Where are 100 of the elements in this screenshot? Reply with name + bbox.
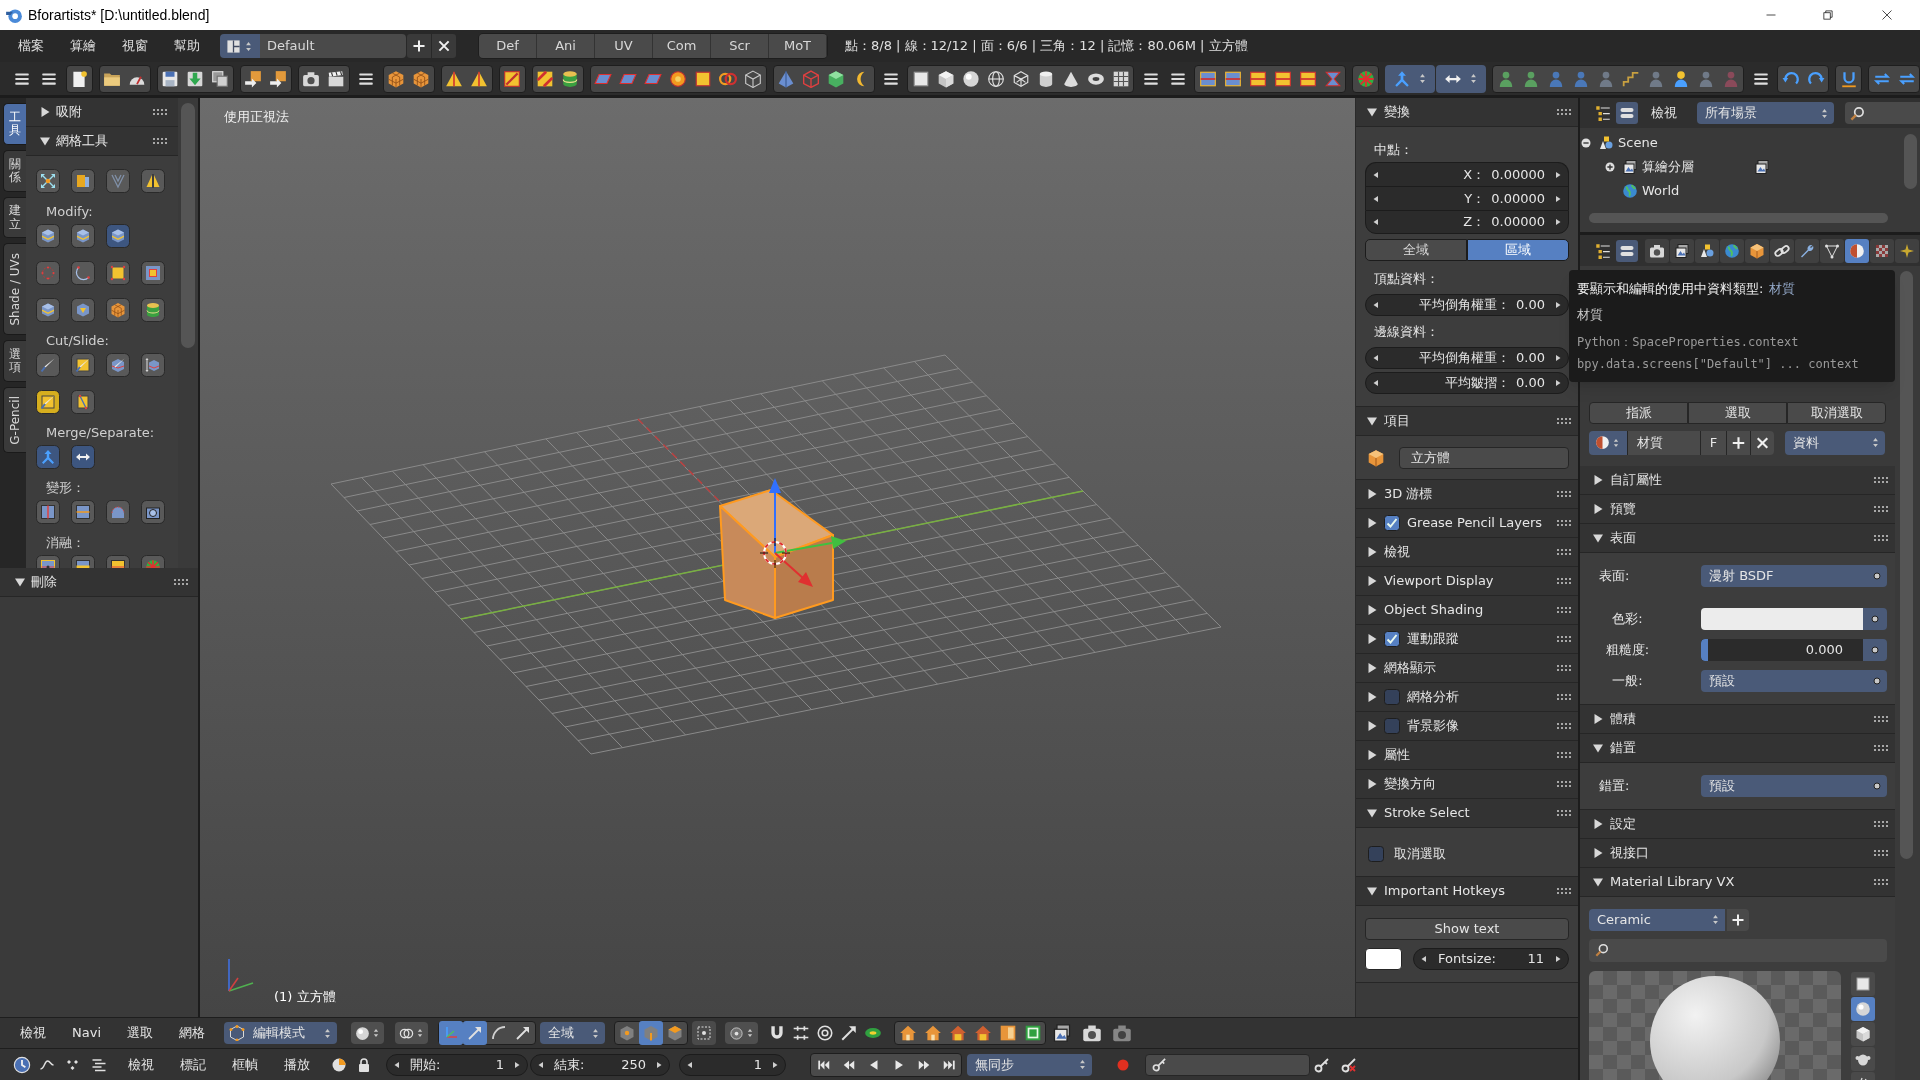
left-arrow-icon[interactable]: [1372, 379, 1380, 387]
panel-header[interactable]: 3D 游標: [1356, 480, 1578, 509]
left-arrow-icon[interactable]: [537, 1060, 545, 1069]
plus-icon[interactable]: [1726, 430, 1750, 455]
cube-grid-icon[interactable]: [106, 298, 130, 322]
disclosure-triangle-icon[interactable]: [1367, 518, 1377, 528]
disclosure-triangle-icon[interactable]: [40, 107, 50, 117]
v-shape-icon[interactable]: [106, 169, 130, 193]
tab[interactable]: G-Pencil: [3, 387, 26, 453]
disclosure-triangle-icon[interactable]: [40, 136, 50, 146]
circle-icon[interactable]: [669, 69, 688, 88]
right-arrow-icon[interactable]: [1554, 218, 1562, 226]
panel-header[interactable]: 變換方向: [1356, 770, 1578, 799]
chain-link-icon[interactable]: [1770, 238, 1794, 263]
right-arrow-icon[interactable]: [655, 1060, 663, 1069]
checkbox[interactable]: [1384, 718, 1400, 734]
grip-icon[interactable]: [1557, 665, 1571, 671]
line-square-icon[interactable]: [71, 390, 95, 414]
u-shape-icon[interactable]: [1839, 69, 1858, 88]
stacked-bars-icon[interactable]: [1616, 102, 1638, 124]
triangle-icon[interactable]: [445, 69, 464, 88]
menu-item[interactable]: 檢視: [20, 1023, 46, 1043]
shading-dropdown[interactable]: [351, 1022, 384, 1044]
panel-header[interactable]: 吸附: [26, 98, 178, 127]
square-icon[interactable]: [106, 261, 130, 285]
striped-square-icon[interactable]: [536, 69, 555, 88]
fake-user-button[interactable]: F: [1700, 430, 1726, 455]
grip-icon[interactable]: [174, 579, 188, 585]
workspace-tab[interactable]: Scr: [711, 34, 769, 58]
knife-box-icon[interactable]: [106, 353, 130, 377]
checkbox[interactable]: [1368, 845, 1384, 862]
panel-header[interactable]: 變換: [1356, 98, 1578, 127]
tab[interactable]: 工具: [3, 103, 26, 145]
split-panel-icon[interactable]: [36, 500, 60, 524]
split-panel-icon[interactable]: [71, 500, 95, 524]
disclosure-triangle-icon[interactable]: [1367, 750, 1377, 760]
window-layout-icon[interactable]: [226, 38, 241, 54]
grip-icon[interactable]: [1874, 534, 1888, 541]
split-panel-icon[interactable]: [1248, 69, 1267, 88]
layout-name-field[interactable]: Default: [260, 34, 406, 58]
menu-item[interactable]: 播放: [284, 1054, 310, 1075]
library-dropdown[interactable]: Ceramic: [1589, 908, 1725, 931]
grip-icon[interactable]: [1557, 109, 1571, 115]
number-field[interactable]: 開始: 1: [386, 1053, 528, 1076]
right-arrow-icon[interactable]: [1554, 954, 1562, 963]
grip-icon[interactable]: [1557, 723, 1571, 729]
pyramid-icon[interactable]: [777, 69, 796, 88]
panel-header[interactable]: 體積: [1580, 704, 1895, 734]
grip-icon[interactable]: [153, 109, 167, 115]
shapes-icon[interactable]: [1598, 135, 1614, 151]
panel-header[interactable]: 刪除: [0, 568, 198, 597]
gizmo-arrow[interactable]: [774, 536, 846, 554]
disclosure-triangle-icon[interactable]: [15, 577, 25, 587]
grip-icon[interactable]: [1874, 820, 1888, 827]
lock-icon[interactable]: [356, 1056, 372, 1073]
plus-icon[interactable]: [1727, 908, 1749, 931]
workspace-tab[interactable]: MoT: [769, 34, 827, 58]
checkbox[interactable]: [1384, 515, 1400, 531]
panel-header[interactable]: 視接口: [1580, 838, 1895, 868]
plus-circle-icon[interactable]: [1604, 161, 1616, 173]
image-stack-icon[interactable]: [1670, 238, 1694, 263]
panel-header[interactable]: 網格工具: [26, 127, 178, 156]
grid-icon[interactable]: [1111, 69, 1130, 88]
house-icon[interactable]: [923, 1024, 942, 1042]
grip-icon[interactable]: [1557, 636, 1571, 642]
square-icon[interactable]: [1851, 971, 1875, 996]
left-arrow-icon[interactable]: [1372, 170, 1380, 179]
scrollbar[interactable]: [1589, 213, 1888, 223]
right-arrow-icon[interactable]: [1554, 170, 1562, 179]
arrow-box-icon[interactable]: [269, 69, 288, 88]
assign-button[interactable]: 指派: [1589, 402, 1688, 424]
show-text-button[interactable]: Show text: [1365, 917, 1569, 940]
cube-grid-icon[interactable]: [412, 69, 431, 88]
menu-item[interactable]: 檢視: [1651, 103, 1677, 123]
disclosure-triangle-icon[interactable]: [1367, 634, 1377, 644]
dropdown[interactable]: [1385, 64, 1436, 93]
mode-dropdown[interactable]: 編輯模式: [224, 1022, 337, 1044]
restore-icon[interactable]: [1822, 9, 1834, 21]
disclosure-triangle-icon[interactable]: [1593, 847, 1603, 858]
keying-set-field[interactable]: [1145, 1053, 1310, 1076]
cursor-ring-icon[interactable]: [759, 537, 791, 569]
clapperboard-icon[interactable]: [327, 69, 346, 88]
panel-header[interactable]: 預覽: [1580, 494, 1895, 524]
sync-dropdown[interactable]: 無同步: [967, 1053, 1092, 1076]
minus-circle-icon[interactable]: [1580, 137, 1592, 149]
left-arrow-icon[interactable]: [1372, 218, 1380, 226]
panel-header[interactable]: 設定: [1580, 809, 1895, 839]
framed-square-icon[interactable]: [141, 261, 165, 285]
panel-header[interactable]: 網格顯示: [1356, 654, 1578, 683]
layout-selector[interactable]: [220, 34, 260, 58]
tree-list-icon[interactable]: [1594, 241, 1612, 260]
number-field[interactable]: Y： 0.00000: [1365, 186, 1569, 210]
slashed-square-icon[interactable]: [503, 69, 522, 88]
dropdown[interactable]: 漫射 BSDF: [1701, 564, 1887, 587]
cube-grid-icon[interactable]: [387, 69, 406, 88]
workspace-tab[interactable]: Ani: [537, 34, 595, 58]
split-panel-icon[interactable]: [1223, 69, 1242, 88]
select-button[interactable]: 選取: [1688, 402, 1787, 424]
number-field[interactable]: 1: [679, 1053, 786, 1076]
disclosure-triangle-icon[interactable]: [1593, 742, 1603, 753]
